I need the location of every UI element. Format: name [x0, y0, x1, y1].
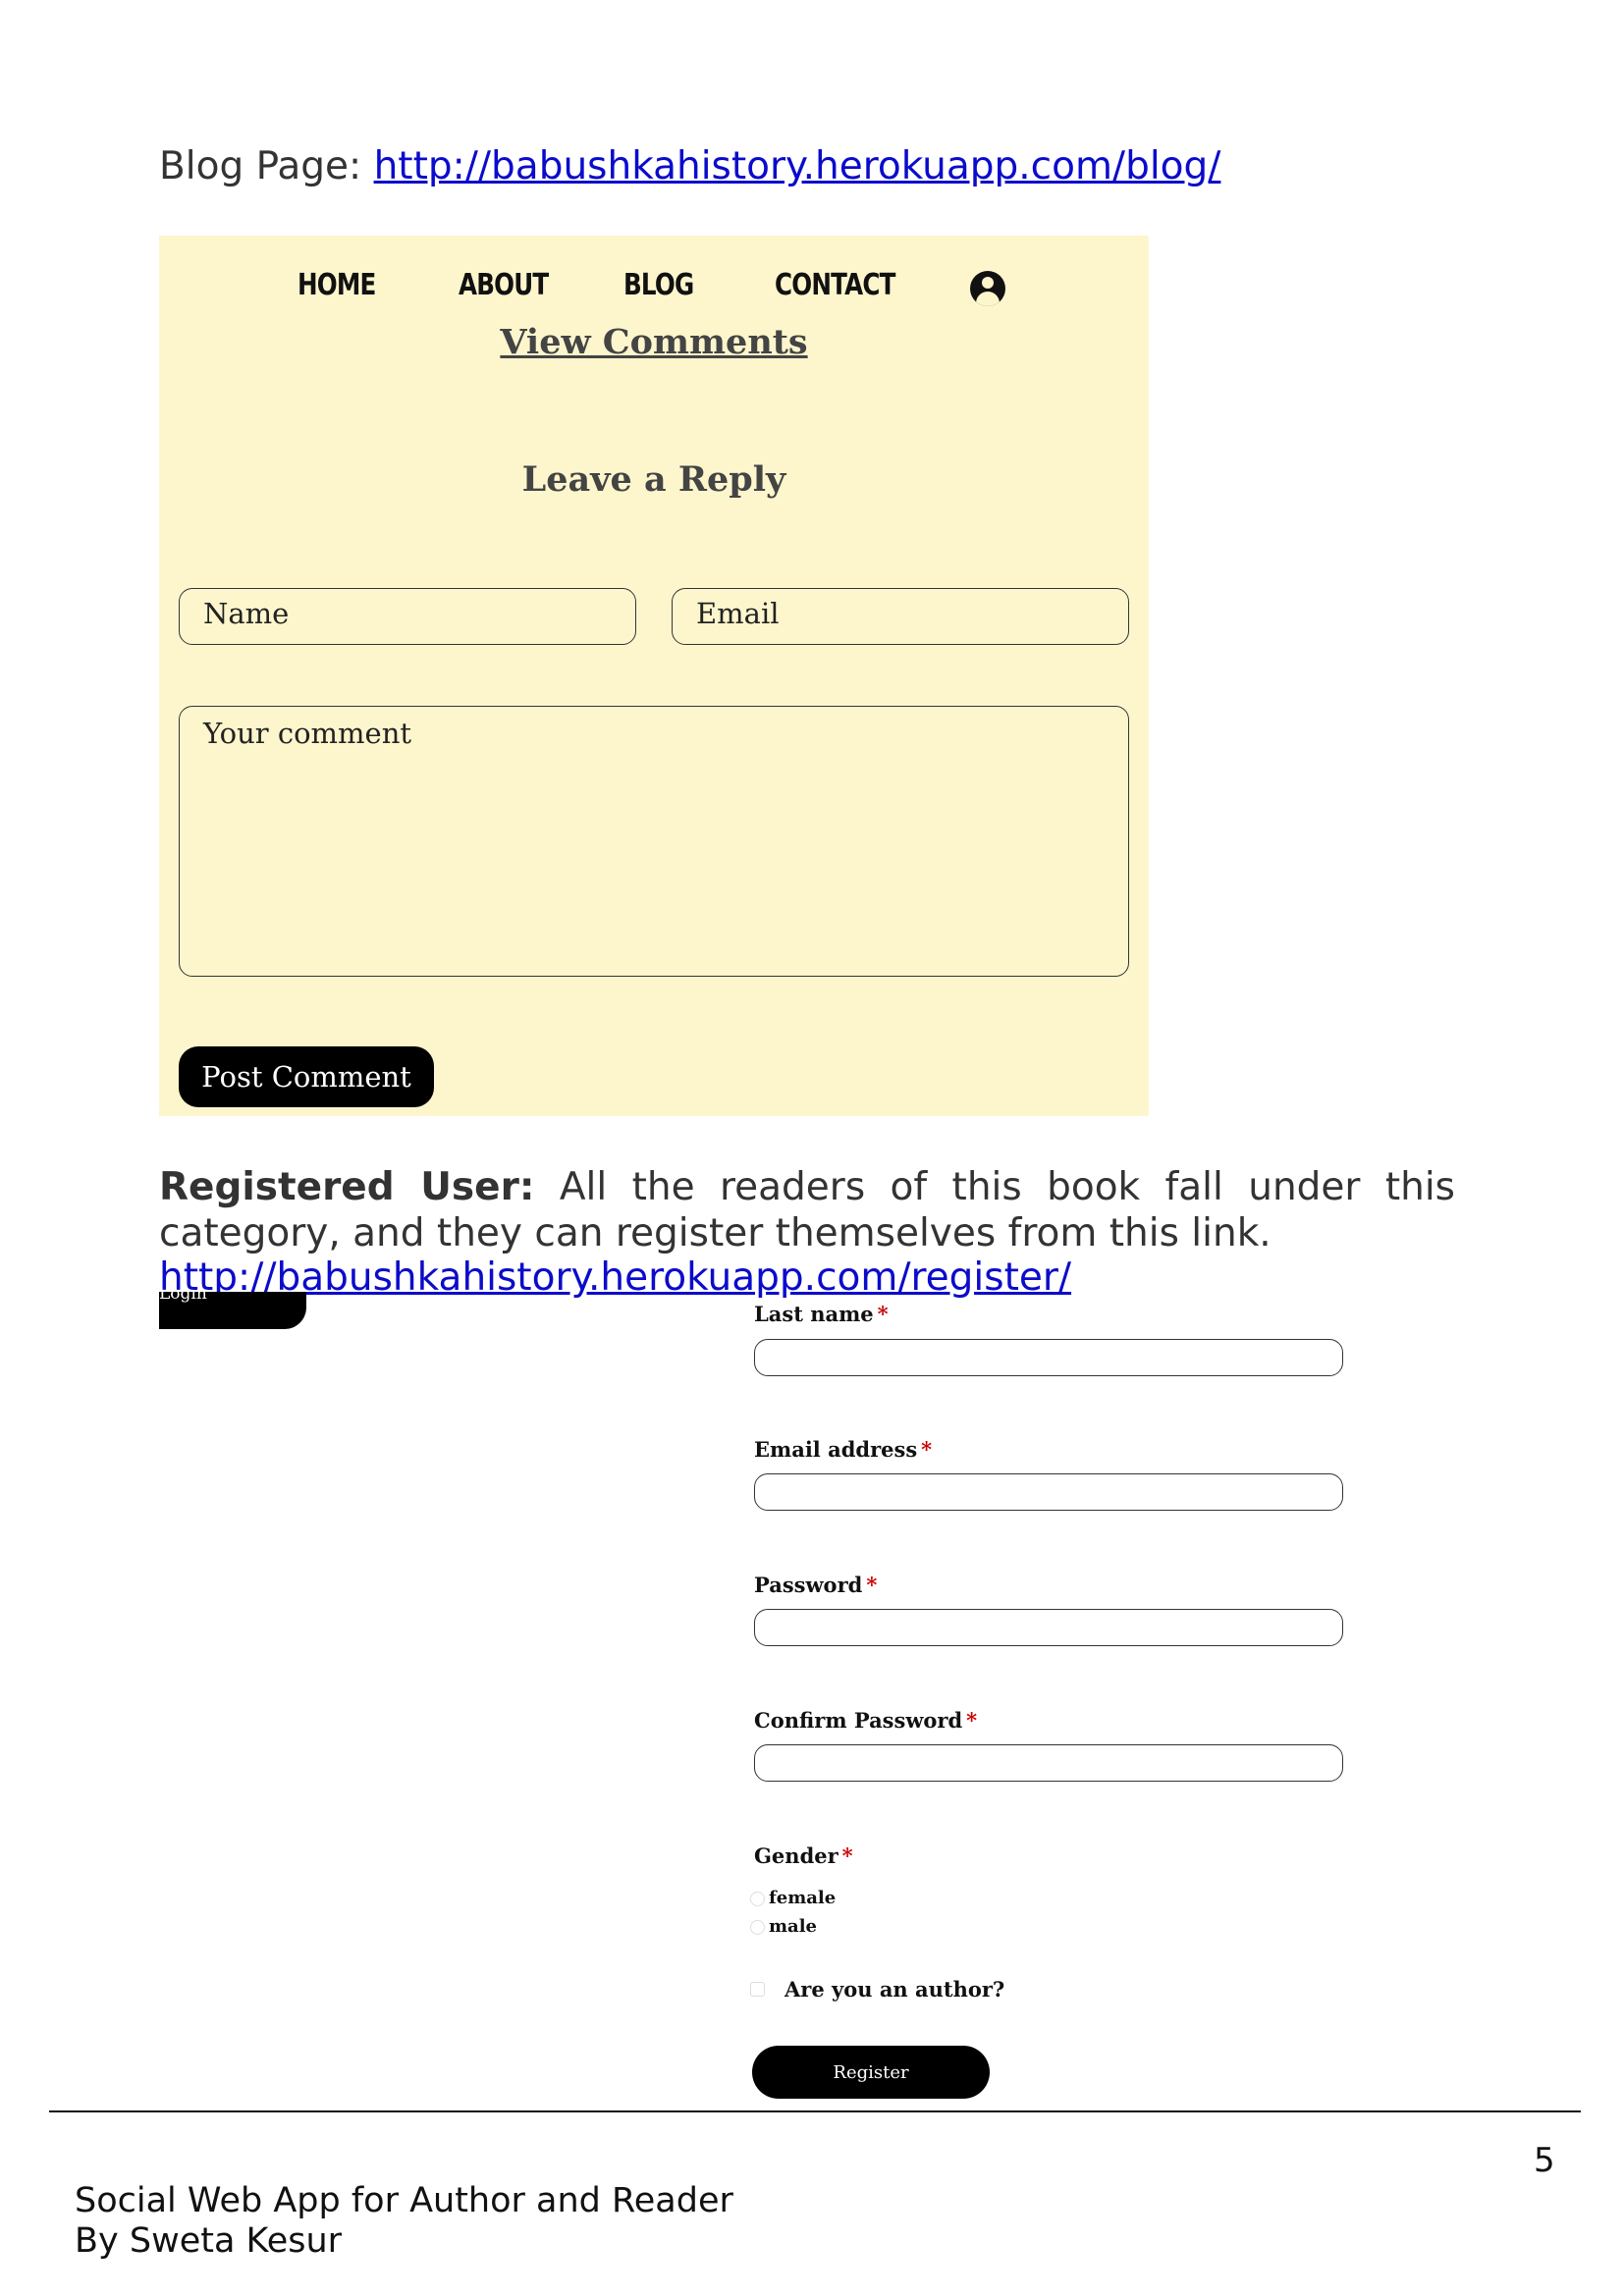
author-checkbox[interactable]: [750, 1982, 765, 1997]
last-name-input[interactable]: [754, 1339, 1343, 1376]
view-comments-link[interactable]: View Comments: [159, 322, 1149, 363]
gender-option-female[interactable]: female: [750, 1890, 836, 1907]
nav-about[interactable]: ABOUT: [459, 271, 549, 300]
email-input[interactable]: Email: [672, 588, 1129, 645]
email-address-input[interactable]: [754, 1473, 1343, 1511]
footer-title: Social Web App for Author and Reader: [75, 2181, 733, 2220]
password-input[interactable]: [754, 1609, 1343, 1646]
blog-page-line: Blog Page: http://babushkahistory.heroku…: [159, 147, 1220, 186]
registered-user-heading: Registered User:: [159, 1165, 535, 1209]
author-checkbox-row[interactable]: Are you an author?: [750, 1979, 1004, 2000]
user-circle-icon[interactable]: [970, 271, 1005, 306]
comment-textarea[interactable]: Your comment: [179, 706, 1129, 977]
registered-user-line1: Registered User: All the readers of this…: [159, 1164, 1455, 1210]
radio-female[interactable]: [750, 1891, 765, 1906]
name-input[interactable]: Name: [179, 588, 636, 645]
page-number: 5: [1534, 2141, 1555, 2180]
top-nav: HOME ABOUT BLOG CONTACT: [159, 253, 1149, 312]
radio-male[interactable]: [750, 1919, 765, 1935]
register-button[interactable]: Register: [752, 2046, 990, 2099]
password-label: Password *: [754, 1573, 878, 1597]
blog-page-screenshot: HOME ABOUT BLOG CONTACT View Comments Le…: [159, 236, 1149, 1116]
footer-text: Social Web App for Author and Reader By …: [75, 2181, 733, 2262]
footer-author: By Sweta Kesur: [75, 2221, 343, 2261]
confirm-password-label: Confirm Password *: [754, 1708, 978, 1733]
login-button-label: Login: [159, 1292, 207, 1304]
login-button[interactable]: Login: [159, 1292, 306, 1329]
registered-user-line1-text: All the readers of this book fall under …: [559, 1165, 1456, 1209]
registered-user-line2: category, and they can register themselv…: [159, 1211, 1271, 1255]
blog-page-link[interactable]: http://babushkahistory.herokuapp.com/blo…: [374, 144, 1221, 188]
blog-page-label: Blog Page:: [159, 144, 374, 188]
author-checkbox-label: Are you an author?: [784, 1977, 1005, 2002]
confirm-password-input[interactable]: [754, 1744, 1343, 1782]
gender-option-male[interactable]: male: [750, 1918, 817, 1936]
last-name-label: Last name *: [754, 1302, 889, 1326]
post-comment-button[interactable]: Post Comment: [179, 1046, 434, 1107]
footer-divider: [49, 2110, 1581, 2112]
gender-label: Gender *: [754, 1843, 853, 1868]
nav-contact[interactable]: CONTACT: [775, 271, 895, 300]
leave-reply-heading: Leave a Reply: [521, 459, 786, 500]
email-address-label: Email address *: [754, 1437, 933, 1462]
nav-home[interactable]: HOME: [298, 271, 376, 300]
registered-user-paragraph: Registered User: All the readers of this…: [159, 1164, 1455, 1256]
nav-blog[interactable]: BLOG: [623, 271, 694, 300]
